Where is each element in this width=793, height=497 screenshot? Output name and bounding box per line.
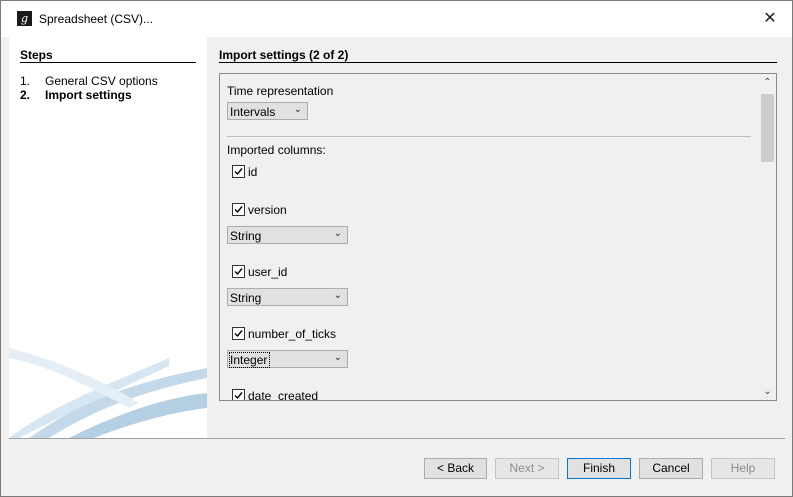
steps-heading: Steps xyxy=(20,48,53,62)
app-logo-icon: g xyxy=(17,11,32,26)
chevron-down-icon: ⌄ xyxy=(333,352,342,363)
scroll-up-icon[interactable]: ⌃ xyxy=(759,74,776,91)
back-button[interactable]: < Back xyxy=(424,458,487,479)
next-button[interactable]: Next > xyxy=(495,458,559,479)
close-icon: ✕ xyxy=(763,10,777,27)
step-number: 1. xyxy=(20,74,31,88)
step-item-import-settings: 2. Import settings xyxy=(20,88,132,102)
vertical-scrollbar[interactable]: ⌃ ⌄ xyxy=(759,74,776,400)
chevron-down-icon: ⌄ xyxy=(333,290,342,301)
section-divider xyxy=(227,136,751,137)
footer-divider xyxy=(9,438,785,439)
selected-value: Intervals xyxy=(230,105,276,119)
column-version-type-select[interactable]: String ⌄ xyxy=(227,226,348,244)
column-number-of-ticks-type-select[interactable]: Integer ⌄ xyxy=(227,350,348,368)
selected-value: String xyxy=(230,229,262,243)
chevron-down-icon: ⌄ xyxy=(333,228,342,239)
time-representation-label: Time representation xyxy=(227,84,334,98)
column-user-id-type-select[interactable]: String ⌄ xyxy=(227,288,348,306)
settings-scroll-pane[interactable]: Time representation Intervals ⌄ Imported… xyxy=(219,73,777,401)
checkmark-icon xyxy=(234,168,243,176)
decorative-swoosh-graphic xyxy=(9,348,207,438)
csv-import-dialog: g Spreadsheet (CSV)... ✕ Steps 1. General… xyxy=(0,0,793,497)
close-button[interactable]: ✕ xyxy=(748,1,792,37)
step-label: Import settings xyxy=(45,88,132,102)
cancel-button[interactable]: Cancel xyxy=(639,458,703,479)
scroll-down-icon[interactable]: ⌄ xyxy=(759,383,776,400)
time-representation-select[interactable]: Intervals ⌄ xyxy=(227,102,308,120)
step-number: 2. xyxy=(20,88,31,102)
checkmark-icon xyxy=(234,392,243,400)
step-item-general-csv-options: 1. General CSV options xyxy=(20,74,158,88)
selected-value: Integer xyxy=(228,352,271,368)
column-version-label: version xyxy=(248,203,287,217)
settings-content: Time representation Intervals ⌄ Imported… xyxy=(220,74,759,400)
page-title: Import settings (2 of 2) xyxy=(219,48,349,62)
finish-button[interactable]: Finish xyxy=(567,458,631,479)
chevron-down-icon: ⌄ xyxy=(293,104,302,115)
help-button[interactable]: Help xyxy=(711,458,775,479)
imported-columns-label: Imported columns: xyxy=(227,143,326,157)
title-bar: g Spreadsheet (CSV)... ✕ xyxy=(1,1,792,37)
checkmark-icon xyxy=(234,330,243,338)
selected-value: String xyxy=(230,291,262,305)
steps-divider xyxy=(20,62,196,63)
column-version-checkbox[interactable] xyxy=(232,203,245,216)
column-id-label: id xyxy=(248,165,258,179)
column-number-of-ticks-label: number_of_ticks xyxy=(248,327,337,341)
checkmark-icon xyxy=(234,206,243,214)
column-date-created-label: date_created xyxy=(248,389,319,401)
column-user-id-checkbox[interactable] xyxy=(232,265,245,278)
window-title: Spreadsheet (CSV)... xyxy=(39,12,154,26)
scrollbar-thumb[interactable] xyxy=(761,94,774,162)
column-id-checkbox[interactable] xyxy=(232,165,245,178)
step-label: General CSV options xyxy=(45,74,158,88)
column-number-of-ticks-checkbox[interactable] xyxy=(232,327,245,340)
column-user-id-label: user_id xyxy=(248,265,288,279)
checkmark-icon xyxy=(234,268,243,276)
page-title-divider xyxy=(219,62,777,63)
steps-panel: Steps 1. General CSV options 2. Import set… xyxy=(9,37,207,438)
column-date-created-checkbox[interactable] xyxy=(232,389,245,400)
